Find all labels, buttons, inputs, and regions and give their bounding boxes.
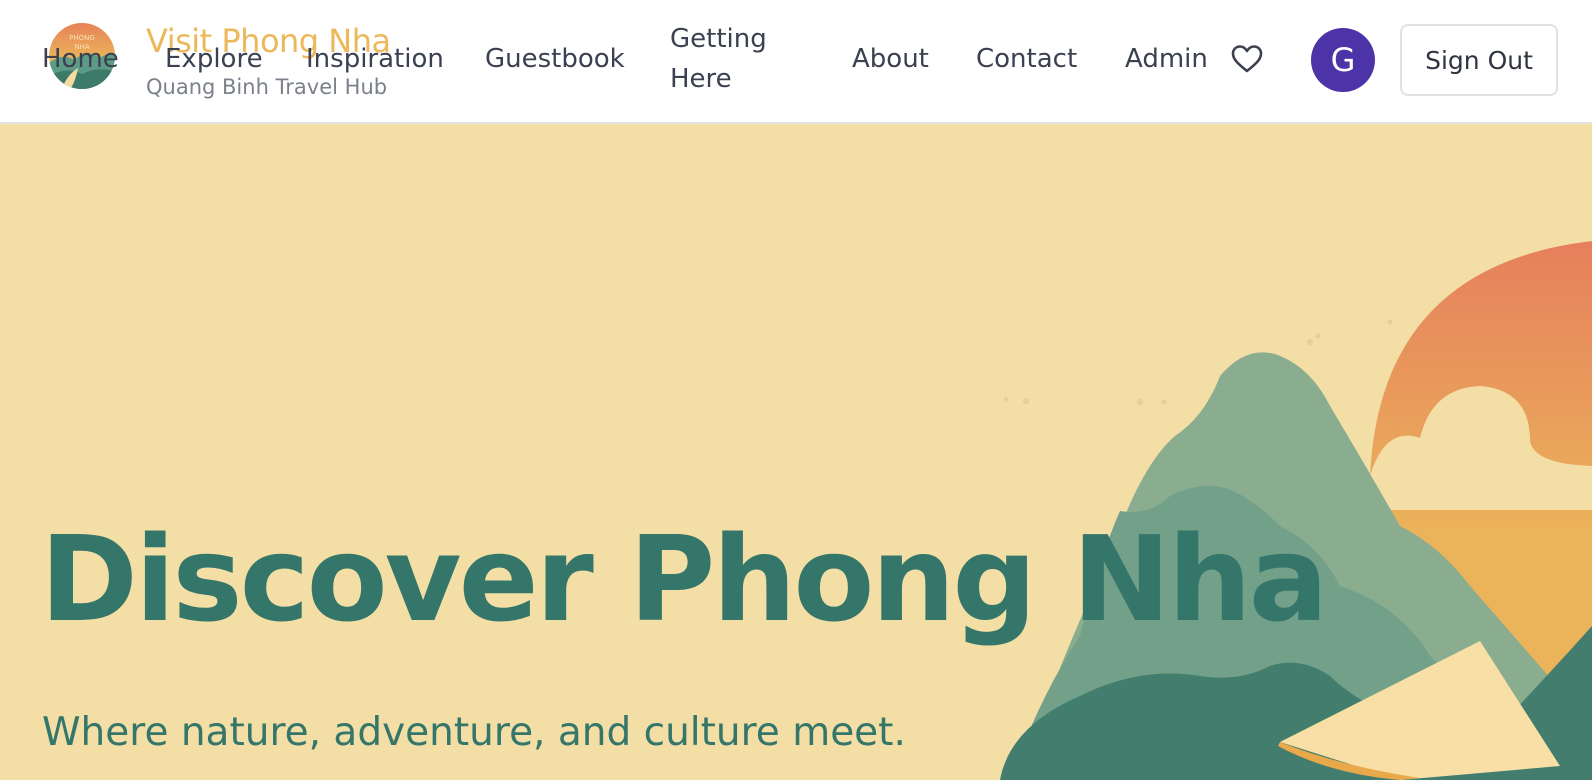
user-avatar[interactable]: G	[1311, 28, 1375, 92]
site-header: PHONG NHA Visit Phong Nha Quang Binh Tra…	[0, 0, 1592, 124]
nav-inspiration[interactable]: Inspiration	[306, 39, 444, 79]
sign-out-button[interactable]: Sign Out	[1400, 24, 1558, 96]
nav-about[interactable]: About	[852, 39, 929, 79]
heart-icon[interactable]	[1231, 44, 1263, 74]
nav-getting-here[interactable]: Getting Here	[670, 19, 790, 99]
hero-subtitle: Where nature, adventure, and culture mee…	[42, 710, 906, 755]
hero-title: Discover Phong Nha	[40, 510, 1328, 648]
nav-admin[interactable]: Admin	[1125, 39, 1208, 79]
hero-section: Discover Phong Nha Where nature, adventu…	[0, 126, 1592, 780]
hero-illustration	[1000, 241, 1592, 780]
nav-guestbook[interactable]: Guestbook	[485, 39, 625, 79]
nav-home[interactable]: Home	[42, 39, 119, 79]
nav-contact[interactable]: Contact	[976, 39, 1077, 79]
nav-explore[interactable]: Explore	[165, 39, 263, 79]
